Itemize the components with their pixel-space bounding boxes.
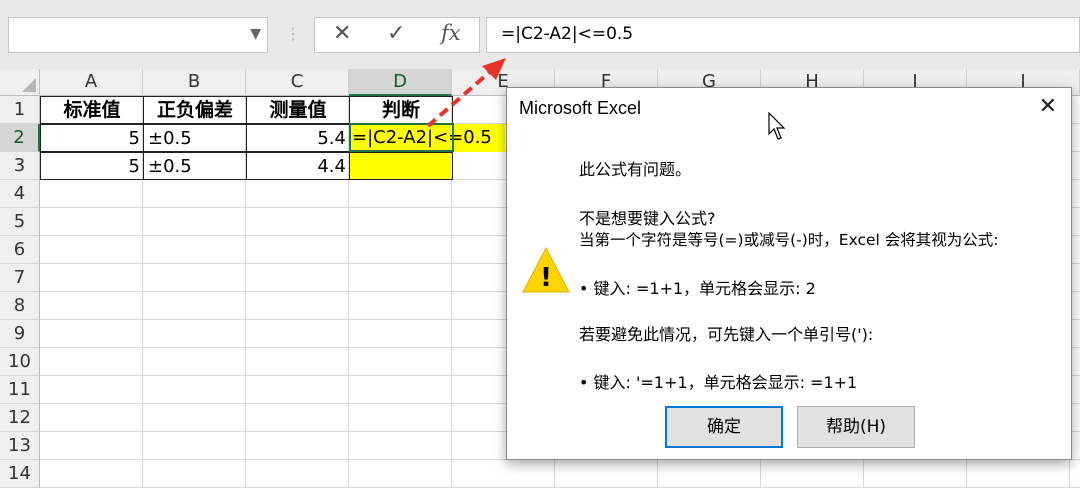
row-header-9[interactable]: 9: [0, 320, 40, 348]
cell-a1[interactable]: 标准值: [40, 96, 144, 124]
row-header-14[interactable]: 14: [0, 460, 40, 488]
warning-glyph: !: [540, 263, 552, 293]
cell-d1[interactable]: 判断: [349, 96, 453, 124]
row-header-6[interactable]: 6: [0, 236, 40, 264]
formula-text: =|C2-A2|<=0.5: [501, 24, 634, 44]
name-box[interactable]: ▼: [8, 17, 268, 53]
close-icon[interactable]: ✕: [1039, 94, 1057, 119]
row-header-8[interactable]: 8: [0, 292, 40, 320]
row-header-5[interactable]: 5: [0, 208, 40, 236]
row-header-13[interactable]: 13: [0, 432, 40, 460]
row-header-4[interactable]: 4: [0, 180, 40, 208]
dialog-message-2: 不是想要键入公式?: [579, 209, 716, 228]
dialog-message-5: 若要避免此情况，可先键入一个单引号('):: [579, 325, 874, 344]
chevron-down-icon[interactable]: ▼: [250, 26, 261, 42]
active-cell-border: [349, 123, 454, 152]
cell-a2[interactable]: 5: [40, 124, 144, 152]
help-button[interactable]: 帮助(H): [797, 406, 915, 448]
row-header-1[interactable]: 1: [0, 96, 40, 124]
warning-icon: !: [522, 246, 570, 293]
cell-c2[interactable]: 5.4: [246, 124, 350, 152]
cell-b3[interactable]: ±0.5: [143, 152, 247, 180]
cell-a3[interactable]: 5: [40, 152, 144, 180]
formula-input[interactable]: =|C2-A2|<=0.5: [486, 17, 1080, 53]
cell-b1[interactable]: 正负偏差: [143, 96, 247, 124]
column-header-b[interactable]: B: [143, 69, 246, 96]
dialog-message-1: 此公式有问题。: [579, 160, 692, 179]
dialog-message-3: 当第一个字符是等号(=)或减号(-)时，Excel 会将其视为公式:: [579, 231, 999, 249]
row-header-10[interactable]: 10: [0, 348, 40, 376]
cancel-icon[interactable]: ✕: [333, 21, 351, 46]
row-header-7[interactable]: 7: [0, 264, 40, 292]
error-dialog: Microsoft Excel ✕ 此公式有问题。 不是想要键入公式? 当第一个…: [506, 87, 1072, 460]
mouse-pointer-icon: [768, 112, 786, 140]
row-header-12[interactable]: 12: [0, 404, 40, 432]
column-header-a[interactable]: A: [40, 69, 143, 96]
select-all-button[interactable]: [0, 69, 40, 96]
row-header-2[interactable]: 2: [0, 124, 40, 152]
cell-b2[interactable]: ±0.5: [143, 124, 247, 152]
dialog-title: Microsoft Excel: [519, 98, 642, 118]
cell-c3[interactable]: 4.4: [246, 152, 350, 180]
ok-button[interactable]: 确定: [665, 406, 783, 448]
column-header-d[interactable]: D: [349, 69, 452, 96]
formula-buttons: ✕ ✓ fx: [314, 17, 480, 53]
insert-function-icon[interactable]: fx: [441, 21, 461, 45]
row-header-3[interactable]: 3: [0, 152, 40, 180]
cell-d3[interactable]: [349, 152, 453, 180]
dialog-message-6: • 键入: '=1+1，单元格会显示: =1+1: [579, 373, 858, 392]
enter-icon[interactable]: ✓: [387, 21, 405, 46]
column-header-c[interactable]: C: [246, 69, 349, 96]
dialog-message-4: • 键入: =1+1，单元格会显示: 2: [579, 279, 816, 298]
cell-c1[interactable]: 测量值: [246, 96, 350, 124]
row-header-11[interactable]: 11: [0, 376, 40, 404]
drag-handle-icon[interactable]: ⋮: [285, 24, 301, 43]
formula-bar: ▼ ⋮ ✕ ✓ fx =|C2-A2|<=0.5: [0, 0, 1080, 66]
